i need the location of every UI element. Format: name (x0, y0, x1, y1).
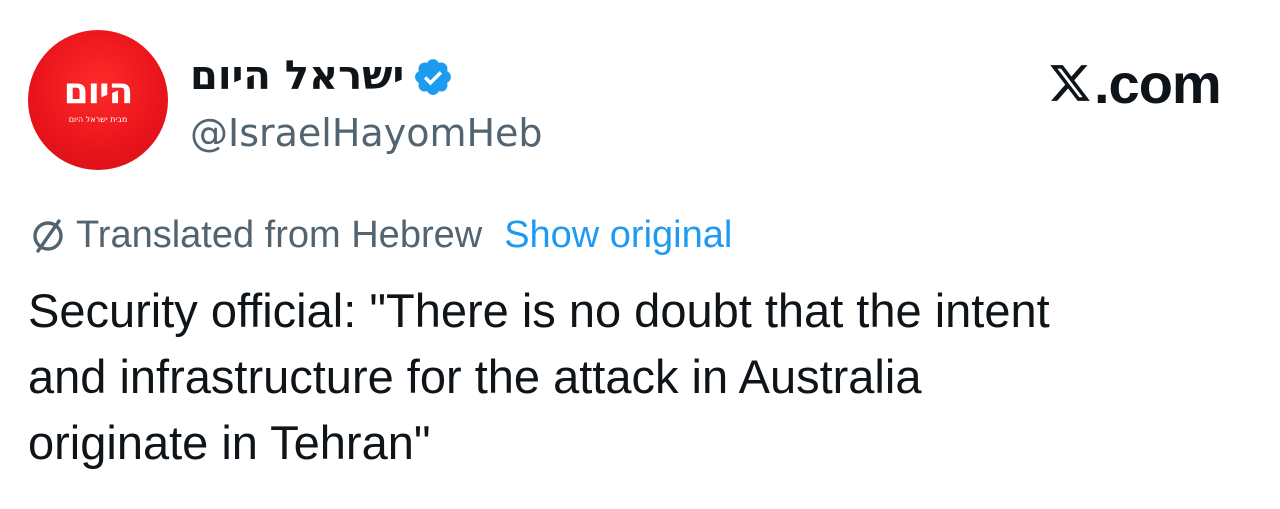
translate-icon (33, 219, 63, 253)
author-handle[interactable]: @IsraelHayomHeb (190, 110, 543, 156)
translation-bar: Translated from Hebrew Show original (28, 212, 732, 258)
author-display-name[interactable]: ישראל היום (190, 52, 404, 100)
tweet-card: היום מבית ישראל היום ישראל היום @IsraelH… (0, 0, 1280, 509)
verified-badge-icon (415, 59, 451, 95)
translation-label: Translated from Hebrew (76, 213, 483, 256)
tweet-text: Security official: "There is no doubt th… (28, 284, 1050, 469)
show-original-link[interactable]: Show original (504, 214, 732, 257)
avatar-logo-text: היום (63, 71, 134, 112)
brand-xcom: .com (1048, 52, 1222, 115)
x-logo-icon (1048, 58, 1092, 106)
avatar[interactable]: היום מבית ישראל היום (28, 30, 168, 170)
brand-label: .com (1094, 52, 1222, 115)
avatar-tagline: מבית ישראל היום (68, 115, 128, 124)
